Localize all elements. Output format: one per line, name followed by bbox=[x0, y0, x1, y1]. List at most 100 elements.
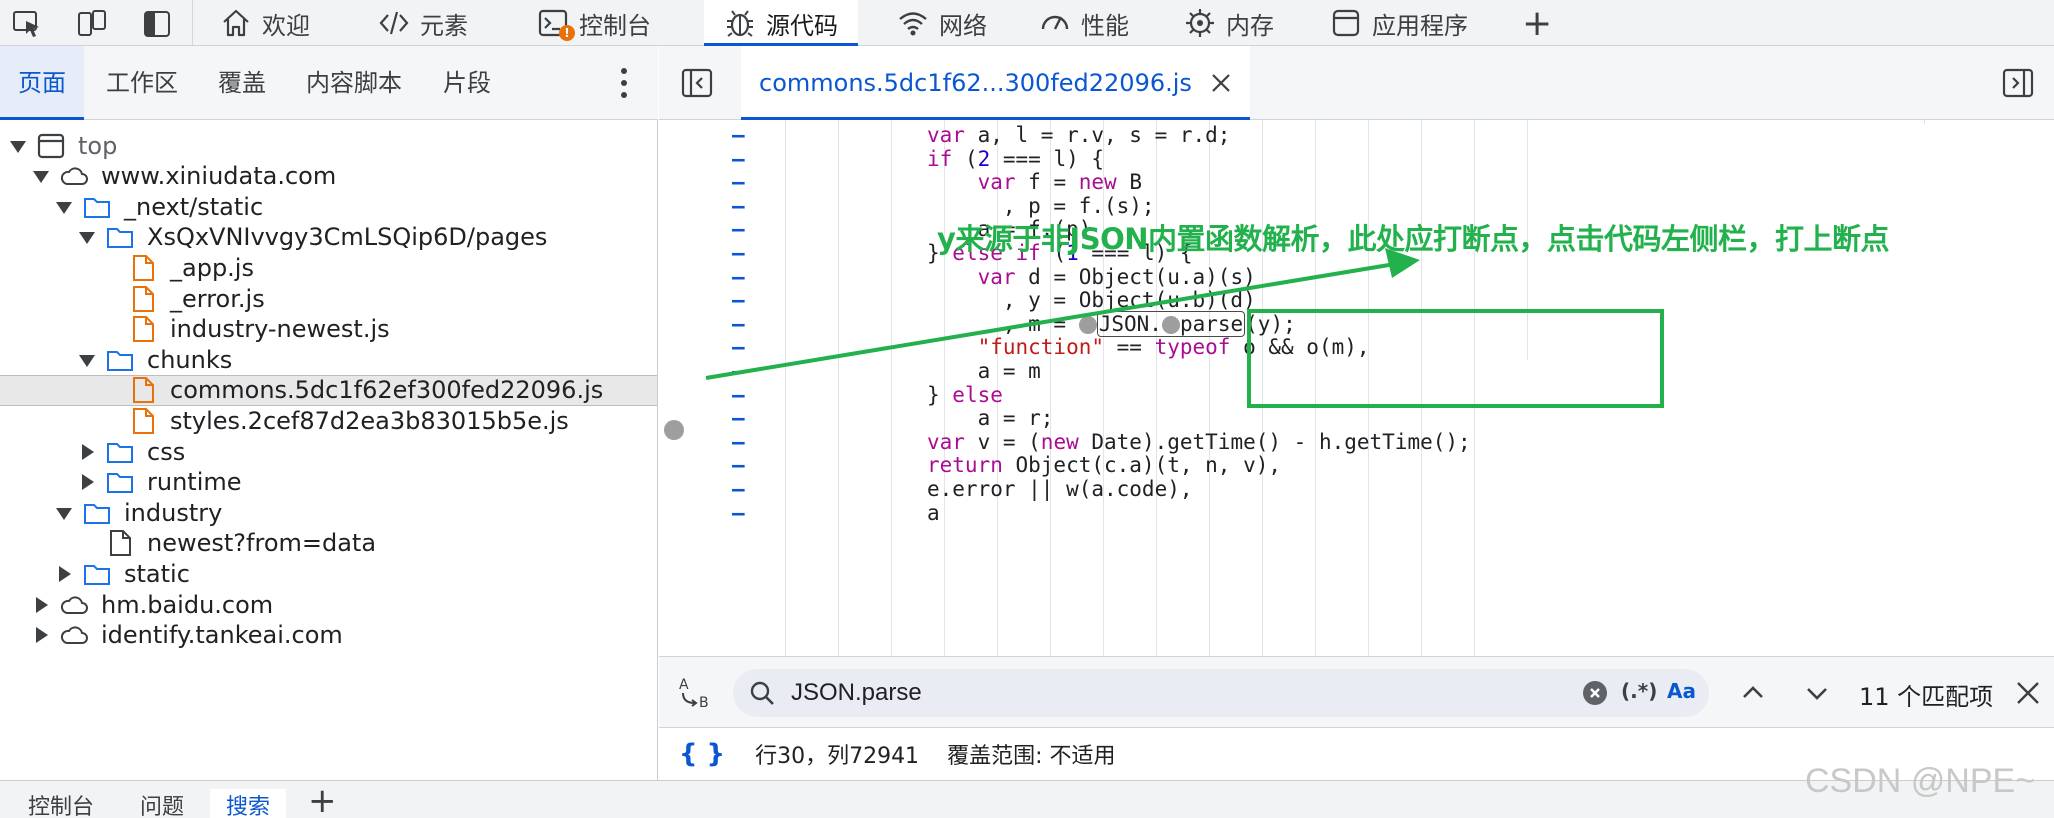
console-icon: ! bbox=[537, 7, 575, 41]
tab-console[interactable]: ! 控制台 bbox=[523, 0, 665, 46]
editor-tabs: commons.5dc1f62...300fed22096.js bbox=[659, 46, 2054, 120]
wifi-icon bbox=[897, 7, 929, 39]
tree-item[interactable]: css bbox=[0, 436, 657, 467]
tab-performance[interactable]: 性能 bbox=[1025, 0, 1143, 46]
inline-breakpoint-dot[interactable] bbox=[1078, 315, 1097, 334]
close-icon[interactable] bbox=[1210, 72, 1232, 94]
drawer-tab-issues[interactable]: 问题 bbox=[134, 789, 190, 818]
match-case-button[interactable]: Aa bbox=[1667, 679, 1696, 703]
drawer-tab-search[interactable]: 搜索 bbox=[210, 789, 287, 818]
tree-item[interactable]: commons.5dc1f62ef300fed22096.js bbox=[0, 374, 657, 406]
tree-item[interactable]: www.xiniudata.com bbox=[0, 161, 657, 192]
search-input[interactable] bbox=[791, 675, 1551, 711]
tree-item[interactable]: hm.baidu.com bbox=[0, 589, 657, 620]
tree-item[interactable]: identify.tankeai.com bbox=[0, 620, 657, 651]
tree-item[interactable]: industry-newest.js bbox=[0, 314, 657, 345]
tree-item-label: runtime bbox=[147, 468, 242, 497]
tab-sources[interactable]: 源代码 bbox=[704, 0, 858, 46]
device-emulation-icon[interactable] bbox=[77, 9, 107, 39]
breakpoint-gutter-dot[interactable] bbox=[664, 420, 684, 440]
code-area[interactable]: – var a, l = r.v, s = r.d; – if (2 === l) {… bbox=[659, 120, 2054, 656]
collapsed-triangle-icon[interactable] bbox=[75, 470, 99, 494]
toggle-sidebar-icon[interactable] bbox=[142, 9, 172, 39]
tree-item-label: _next/static bbox=[124, 192, 264, 221]
collapsed-triangle-icon[interactable] bbox=[75, 440, 99, 464]
close-search-icon[interactable] bbox=[2014, 679, 2042, 707]
gauge-icon bbox=[1039, 7, 1071, 39]
line-gutter-marker[interactable]: – bbox=[732, 498, 745, 529]
js-file-icon bbox=[128, 253, 158, 283]
tree-item[interactable]: _next/static bbox=[0, 191, 657, 222]
tab-network[interactable]: 网络 bbox=[883, 0, 1001, 46]
tab-content-scripts[interactable]: 内容脚本 bbox=[306, 46, 402, 120]
collapsed-triangle-icon[interactable] bbox=[29, 623, 53, 647]
folder-icon bbox=[105, 437, 135, 467]
tab-overrides[interactable]: 覆盖 bbox=[218, 46, 266, 120]
code-line[interactable]: – a bbox=[659, 498, 2054, 529]
expanded-triangle-icon[interactable] bbox=[52, 501, 76, 525]
tree-item-label: styles.2cef87d2ea3b83015b5e.js bbox=[170, 406, 569, 435]
cloud-icon bbox=[59, 620, 89, 650]
tree-item[interactable]: _error.js bbox=[0, 283, 657, 314]
file-icon bbox=[105, 528, 135, 558]
regex-toggle-button[interactable]: (.*) bbox=[1621, 679, 1657, 703]
tree-item[interactable]: industry bbox=[0, 497, 657, 528]
expanded-triangle-icon[interactable] bbox=[52, 195, 76, 219]
tree-item-label: _error.js bbox=[170, 284, 265, 313]
expanded-triangle-icon[interactable] bbox=[29, 164, 53, 188]
inspect-element-icon[interactable] bbox=[12, 9, 42, 39]
code-editor: commons.5dc1f62...300fed22096.js – var a,… bbox=[659, 46, 2054, 656]
tree-item[interactable]: newest?from=data bbox=[0, 528, 657, 559]
code-text: a bbox=[927, 500, 940, 525]
tree-item[interactable]: top bbox=[0, 130, 657, 161]
tree-item[interactable]: chunks bbox=[0, 344, 657, 375]
tab-application[interactable]: 应用程序 bbox=[1316, 0, 1482, 46]
tree-item[interactable]: _app.js bbox=[0, 252, 657, 283]
bottom-drawer-tabs: 控制台 问题 搜索 + bbox=[0, 780, 2054, 818]
tree-item-label: chunks bbox=[147, 345, 233, 374]
expanded-triangle-icon[interactable] bbox=[75, 348, 99, 372]
tab-elements[interactable]: 元素 bbox=[364, 0, 482, 46]
replace-toggle-icon[interactable]: AB bbox=[677, 675, 713, 711]
tab-snippets[interactable]: 片段 bbox=[443, 46, 491, 120]
tab-label: 源代码 bbox=[766, 11, 838, 40]
tab-welcome[interactable]: 欢迎 bbox=[206, 0, 324, 46]
more-options-icon[interactable] bbox=[620, 66, 628, 100]
expanded-triangle-icon[interactable] bbox=[6, 134, 30, 158]
tree-item[interactable]: styles.2cef87d2ea3b83015b5e.js bbox=[0, 405, 657, 436]
previous-match-icon[interactable] bbox=[1739, 679, 1767, 707]
tree-item-label: industry bbox=[124, 498, 223, 527]
tree-item[interactable]: static bbox=[0, 558, 657, 589]
tree-item-label: industry-newest.js bbox=[170, 315, 390, 344]
toggle-navigator-icon[interactable] bbox=[681, 68, 713, 98]
tree-item-label: static bbox=[124, 559, 190, 588]
search-box: (.*) Aa bbox=[733, 669, 1709, 717]
tab-label: 性能 bbox=[1081, 11, 1129, 40]
tab-workspace[interactable]: 工作区 bbox=[106, 46, 178, 120]
tab-label: 控制台 bbox=[579, 11, 651, 40]
navigator-tabs: 页面 工作区 覆盖 内容脚本 片段 bbox=[0, 46, 658, 120]
tree-item[interactable]: XsQxVNIvvgy3CmLSQip6D/pages bbox=[0, 222, 657, 253]
match-count: 11 个匹配项 bbox=[1859, 683, 1994, 711]
cloud-icon bbox=[59, 161, 89, 191]
pretty-print-button[interactable]: { } bbox=[679, 739, 725, 769]
tab-page[interactable]: 页面 bbox=[0, 46, 84, 120]
tab-label: 网络 bbox=[939, 11, 987, 40]
folder-icon bbox=[105, 222, 135, 252]
tree-item[interactable]: runtime bbox=[0, 467, 657, 498]
bug-icon bbox=[724, 7, 756, 39]
collapsed-triangle-icon[interactable] bbox=[29, 593, 53, 617]
drawer-tab-console[interactable]: 控制台 bbox=[22, 789, 100, 818]
expanded-triangle-icon[interactable] bbox=[75, 225, 99, 249]
toggle-debugger-icon[interactable] bbox=[2002, 68, 2034, 98]
collapsed-triangle-icon[interactable] bbox=[52, 562, 76, 586]
editor-file-tab[interactable]: commons.5dc1f62...300fed22096.js bbox=[741, 46, 1250, 120]
clear-search-icon[interactable] bbox=[1583, 681, 1607, 705]
drawer-add-tab-button[interactable]: + bbox=[308, 781, 337, 818]
add-tab-button[interactable]: + bbox=[1522, 0, 1552, 46]
tab-memory[interactable]: 内存 bbox=[1170, 0, 1288, 46]
inline-breakpoint-dot[interactable] bbox=[1161, 315, 1180, 334]
devtools-toolbar: 欢迎 元素 ! 控制台 源代码 网络 性能 内存 应用程序 + bbox=[0, 0, 2054, 46]
tab-label: 内存 bbox=[1226, 11, 1274, 40]
next-match-icon[interactable] bbox=[1803, 679, 1831, 707]
